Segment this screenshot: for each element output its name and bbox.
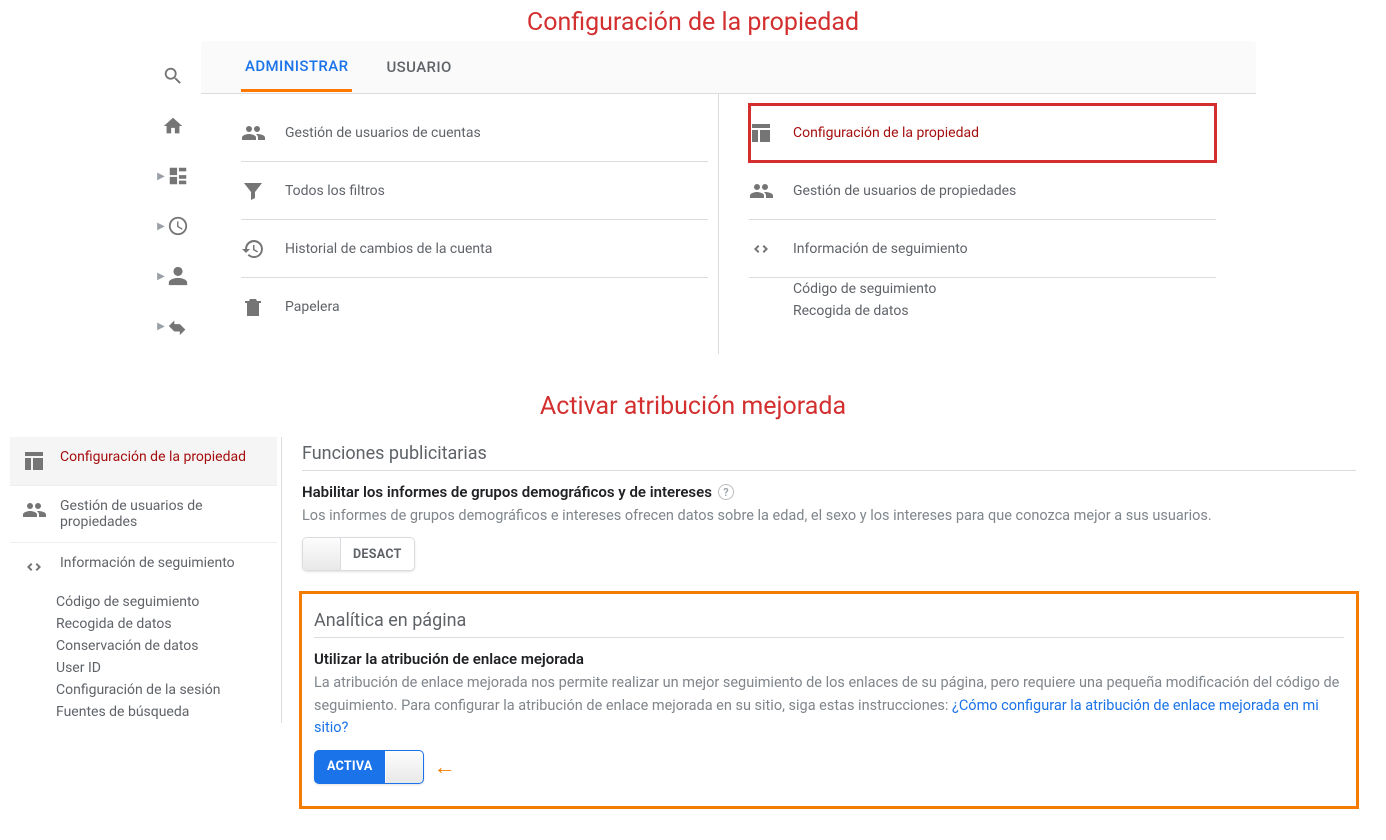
conversion-icon	[167, 315, 189, 337]
person-icon	[167, 265, 189, 287]
caret-right-icon: ▶	[157, 221, 165, 232]
annotation-top-title: Configuración de la propiedad	[0, 0, 1386, 41]
layout-icon	[749, 121, 773, 145]
inpage-analytics-callout: Analítica en página Utilizar la atribuci…	[302, 594, 1356, 805]
nav-sub-search-sources[interactable]: Fuentes de búsqueda	[10, 701, 277, 723]
admin-columns: Gestión de usuarios de cuentas Todos los…	[201, 94, 1256, 354]
caret-right-icon: ▶	[157, 171, 165, 182]
code-icon	[22, 555, 46, 579]
property-tracking-info[interactable]: Información de seguimiento	[749, 220, 1216, 278]
nav-sub-tracking-code[interactable]: Código de seguimiento	[10, 591, 277, 613]
nav-sub-data-retention[interactable]: Conservación de datos	[10, 635, 277, 657]
rail-audience[interactable]: ▶	[157, 265, 189, 287]
row-label: Historial de cambios de la cuenta	[285, 241, 492, 257]
home-icon[interactable]	[162, 115, 184, 137]
nav-sub-data-collection[interactable]: Recogida de datos	[10, 613, 277, 635]
trash-icon	[241, 295, 265, 319]
property-left-nav: Configuración de la propiedad Gestión de…	[10, 437, 282, 723]
row-label: Gestión de usuarios de propiedades	[793, 183, 1016, 199]
enhanced-link-label: Utilizar la atribución de enlace mejorad…	[314, 650, 584, 668]
code-icon	[749, 237, 773, 261]
nav-property-user-management[interactable]: Gestión de usuarios de propiedades	[10, 486, 277, 543]
clock-icon	[167, 215, 189, 237]
filter-icon	[241, 179, 265, 203]
toggle-label: ACTIVA	[315, 759, 385, 774]
account-all-filters[interactable]: Todos los filtros	[241, 162, 708, 220]
rail-realtime[interactable]: ▶	[157, 215, 189, 237]
toggle-label: DESACT	[341, 547, 414, 562]
users-icon	[22, 498, 46, 522]
row-label: Gestión de usuarios de cuentas	[285, 125, 481, 141]
rail-conversions[interactable]: ▶	[157, 315, 189, 337]
nav-property-settings[interactable]: Configuración de la propiedad	[10, 437, 277, 486]
caret-right-icon: ▶	[157, 271, 165, 282]
row-label: Configuración de la propiedad	[793, 125, 979, 141]
tracking-code-link[interactable]: Código de seguimiento	[749, 278, 1216, 300]
demographics-toggle[interactable]: DESACT	[302, 537, 415, 571]
account-change-history[interactable]: Historial de cambios de la cuenta	[241, 220, 708, 278]
annotation-arrow: ←	[434, 754, 456, 780]
dashboard-icon	[167, 165, 189, 187]
account-user-management[interactable]: Gestión de usuarios de cuentas	[241, 104, 708, 162]
ad-features-heading: Funciones publicitarias	[302, 437, 1356, 471]
annotation-bottom-title: Activar atribución mejorada	[0, 384, 1386, 425]
row-label: Papelera	[285, 299, 340, 315]
settings-content: Funciones publicitarias Habilitar los in…	[282, 437, 1376, 806]
demographics-subheading: Habilitar los informes de grupos demográ…	[302, 483, 1356, 501]
layout-icon	[22, 449, 46, 473]
property-user-management[interactable]: Gestión de usuarios de propiedades	[749, 162, 1216, 220]
nav-tracking-info[interactable]: Información de seguimiento	[10, 543, 277, 591]
enhanced-link-toggle[interactable]: ACTIVA	[314, 750, 424, 784]
users-icon	[241, 121, 265, 145]
caret-right-icon: ▶	[157, 321, 165, 332]
nav-sub-session-settings[interactable]: Configuración de la sesión	[10, 679, 277, 701]
nav-label: Información de seguimiento	[60, 555, 235, 571]
account-column: Gestión de usuarios de cuentas Todos los…	[231, 94, 718, 354]
nav-sub-user-id[interactable]: User ID	[10, 657, 277, 679]
history-icon	[241, 237, 265, 261]
enhanced-link-subheading: Utilizar la atribución de enlace mejorad…	[314, 650, 1344, 668]
left-rail: ▶ ▶ ▶ ▶	[145, 41, 201, 337]
tab-admin[interactable]: ADMINISTRAR	[241, 43, 352, 92]
rail-customization[interactable]: ▶	[157, 165, 189, 187]
property-settings[interactable]: Configuración de la propiedad	[749, 104, 1216, 162]
tab-user[interactable]: USUARIO	[382, 44, 455, 90]
enhanced-link-desc: La atribución de enlace mejorada nos per…	[314, 672, 1344, 739]
account-trash[interactable]: Papelera	[241, 278, 708, 336]
search-icon[interactable]	[162, 65, 184, 87]
demographics-desc: Los informes de grupos demográficos e in…	[302, 505, 1356, 527]
help-icon[interactable]: ?	[718, 484, 734, 500]
admin-tabs: ADMINISTRAR USUARIO	[201, 41, 1256, 94]
toggle-knob	[385, 751, 423, 783]
row-label: Todos los filtros	[285, 183, 385, 199]
inpage-heading: Analítica en página	[314, 604, 1344, 638]
toggle-knob	[303, 538, 341, 570]
data-collection-link[interactable]: Recogida de datos	[749, 300, 1216, 322]
demographics-label: Habilitar los informes de grupos demográ…	[302, 483, 712, 501]
nav-label: Configuración de la propiedad	[60, 449, 246, 465]
nav-label: Gestión de usuarios de propiedades	[60, 498, 265, 530]
row-label: Información de seguimiento	[793, 241, 968, 257]
property-column: Configuración de la propiedad Gestión de…	[718, 94, 1226, 354]
users-icon	[749, 179, 773, 203]
